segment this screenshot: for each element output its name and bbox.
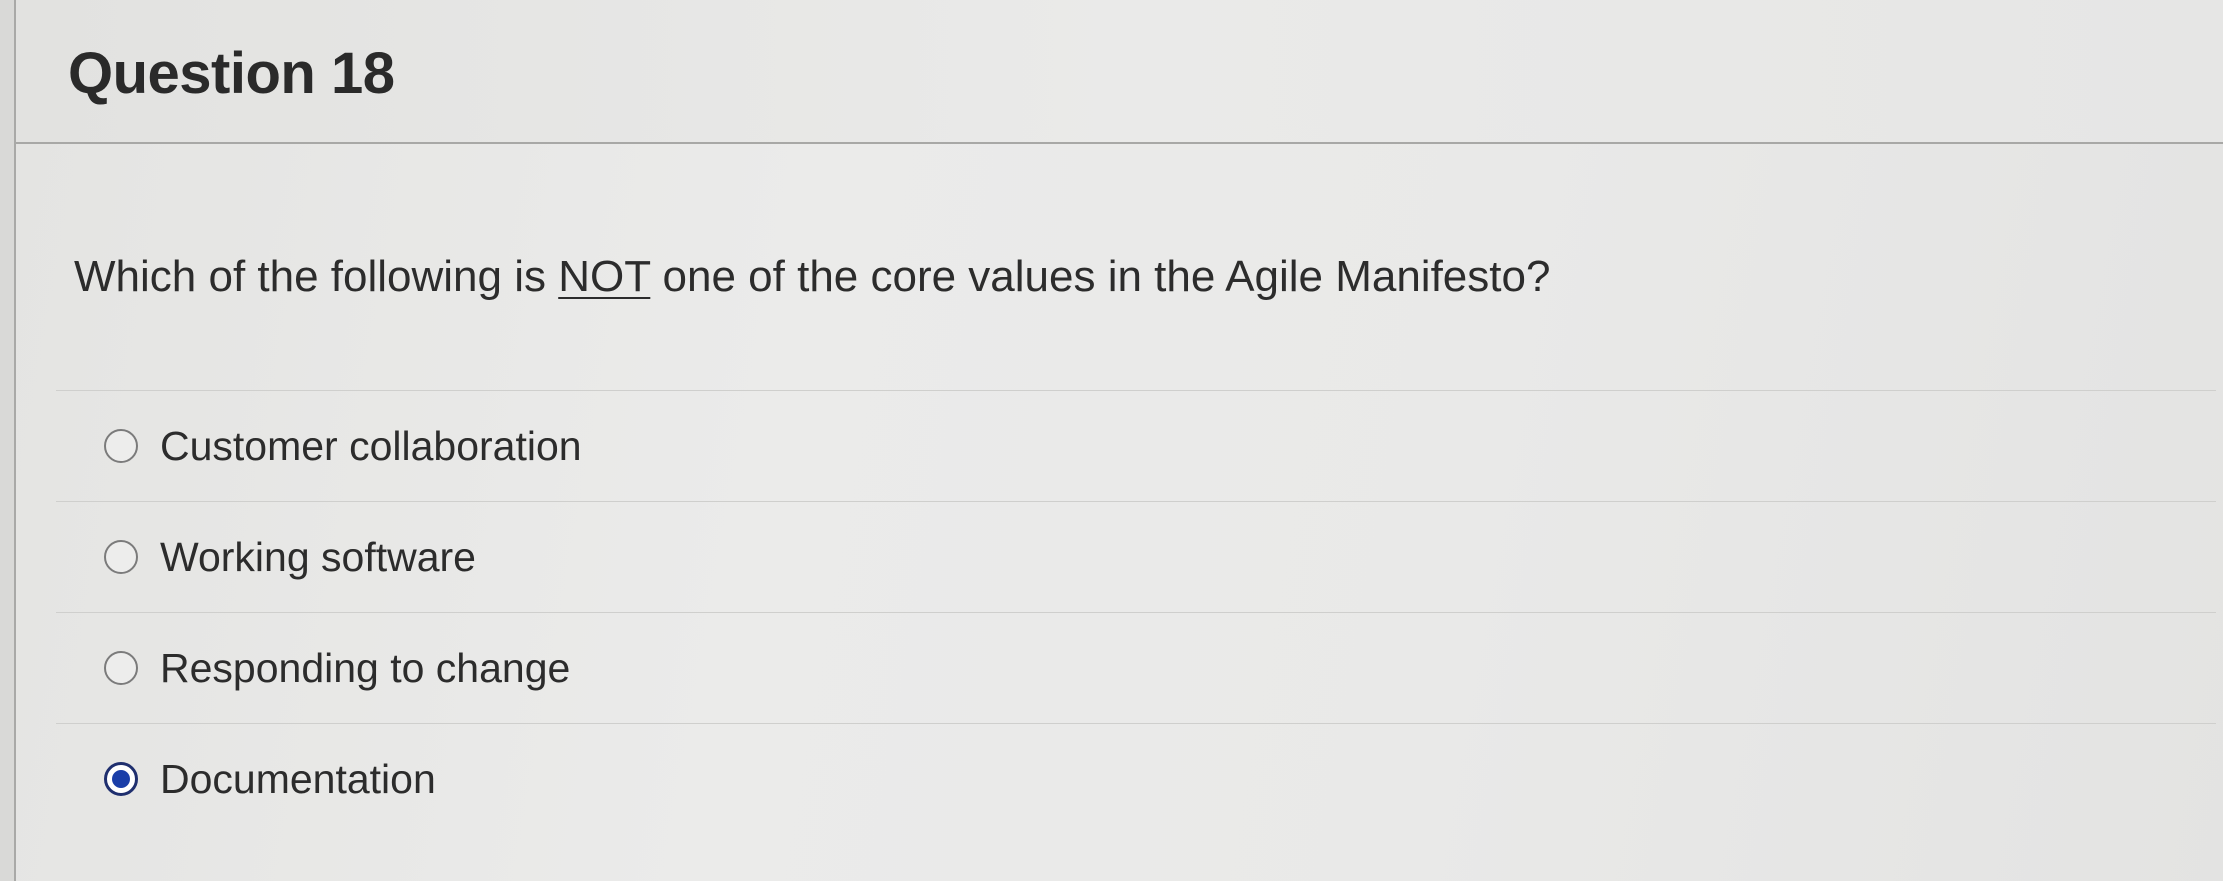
answer-label: Documentation — [160, 755, 436, 802]
question-title: Question 18 — [68, 41, 395, 106]
question-text-before: Which of the following is — [74, 252, 559, 301]
question-card: Question 18 Which of the following is NO… — [14, 0, 2223, 881]
radio-button[interactable] — [104, 762, 138, 796]
answer-option-documentation[interactable]: Documentation — [56, 723, 2216, 834]
question-text-emphasis: NOT — [558, 252, 651, 301]
answer-option-working-software[interactable]: Working software — [56, 501, 2216, 612]
answer-label: Responding to change — [160, 644, 571, 691]
radio-button[interactable] — [104, 540, 138, 574]
answer-option-customer-collaboration[interactable]: Customer collaboration — [56, 390, 2216, 501]
radio-dot-icon — [112, 770, 130, 788]
answer-option-responding-to-change[interactable]: Responding to change — [56, 612, 2216, 723]
answer-label: Working software — [160, 533, 476, 580]
question-prompt: Which of the following is NOT one of the… — [74, 252, 1550, 302]
answer-label: Customer collaboration — [160, 422, 582, 469]
radio-button[interactable] — [104, 429, 138, 463]
answer-list: Customer collaboration Working software … — [56, 390, 2216, 834]
question-header: Question 18 — [16, 0, 2223, 144]
radio-button[interactable] — [104, 651, 138, 685]
question-text-after: one of the core values in the Agile Mani… — [650, 252, 1551, 301]
question-body: Which of the following is NOT one of the… — [16, 144, 2223, 881]
